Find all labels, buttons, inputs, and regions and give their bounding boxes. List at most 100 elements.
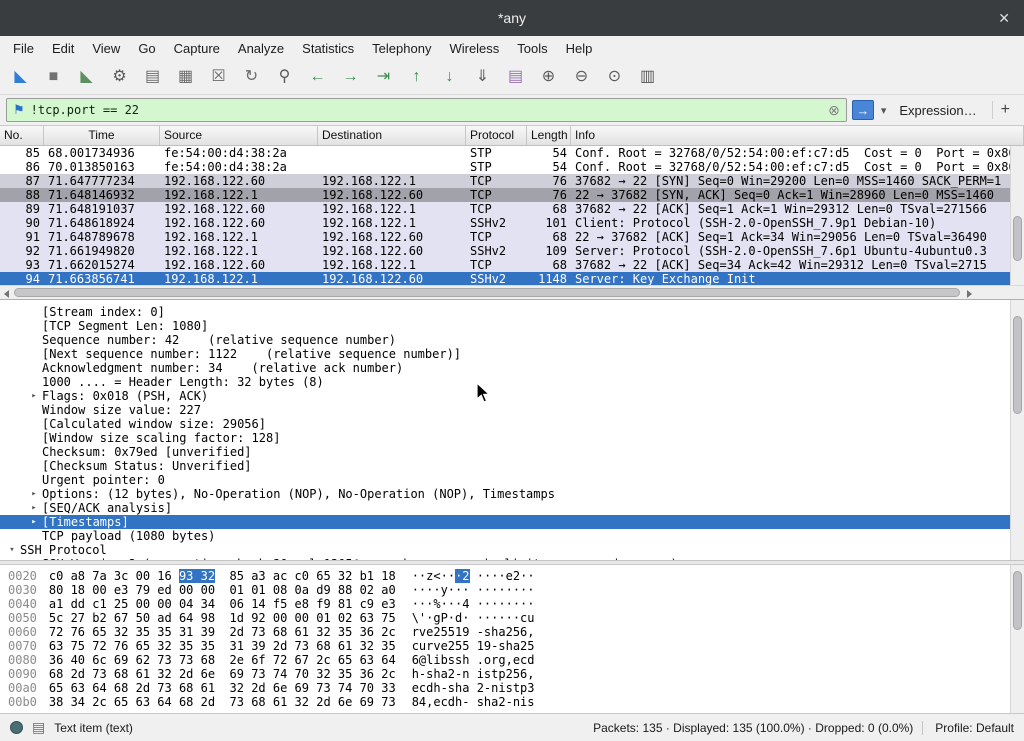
hex-row[interactable]: 00505c 27 b2 67 50 ad 64 98 1d 92 00 00 …	[8, 611, 1024, 625]
hex-row[interactable]: 006072 76 65 32 35 35 31 39 2d 73 68 61 …	[8, 625, 1024, 639]
scrollbar-thumb[interactable]	[1013, 316, 1022, 415]
packet-row[interactable]: 8670.013850163fe:54:00:d4:38:2aSTP54Conf…	[0, 160, 1024, 174]
expert-info-icon[interactable]	[10, 721, 23, 734]
filter-clear-icon[interactable]: ⊗	[828, 102, 840, 119]
go-forward-button[interactable]: →	[334, 63, 367, 91]
menu-item-help[interactable]: Help	[557, 36, 602, 60]
detail-line[interactable]: Window size value: 227	[0, 403, 1024, 417]
details-vscrollbar[interactable]	[1010, 300, 1024, 560]
hex-row[interactable]: 008036 40 6c 69 62 73 73 68 2e 6f 72 67 …	[8, 653, 1024, 667]
expander-icon[interactable]: ▾	[4, 543, 20, 557]
detail-line[interactable]: [Stream index: 0]	[0, 305, 1024, 319]
filter-apply-button[interactable]: →	[852, 100, 874, 120]
hex-vscrollbar[interactable]	[1010, 565, 1024, 713]
detail-line[interactable]: Acknowledgment number: 34 (relative ack …	[0, 361, 1024, 375]
hex-row[interactable]: 00a065 63 64 68 2d 73 68 61 32 2d 6e 69 …	[8, 681, 1024, 695]
go-to-packet-button[interactable]: ⇥	[367, 63, 400, 91]
detail-line[interactable]: ▸Options: (12 bytes), No-Operation (NOP)…	[0, 487, 1024, 501]
detail-line[interactable]: [Checksum Status: Unverified]	[0, 459, 1024, 473]
add-filter-button[interactable]: +	[992, 101, 1018, 119]
display-filter-input[interactable]: ⚑ !tcp.port == 22 ⊗	[6, 98, 847, 122]
hex-row[interactable]: 009068 2d 73 68 61 32 2d 6e 69 73 74 70 …	[8, 667, 1024, 681]
scrollbar-thumb[interactable]	[1013, 571, 1022, 630]
detail-line[interactable]: [TCP Segment Len: 1080]	[0, 319, 1024, 333]
detail-line[interactable]: Checksum: 0x79ed [unverified]	[0, 445, 1024, 459]
menu-item-capture[interactable]: Capture	[165, 36, 229, 60]
menu-item-file[interactable]: File	[4, 36, 43, 60]
menu-item-analyze[interactable]: Analyze	[229, 36, 293, 60]
scroll-right-icon[interactable]	[962, 286, 976, 300]
zoom-original-button[interactable]: ⊙	[598, 63, 631, 91]
column-header-destination[interactable]: Destination	[318, 126, 466, 145]
detail-line[interactable]: [Calculated window size: 29056]	[0, 417, 1024, 431]
detail-line[interactable]: ▸[Timestamps]	[0, 515, 1024, 529]
menu-item-go[interactable]: Go	[129, 36, 164, 60]
detail-line[interactable]: TCP payload (1080 bytes)	[0, 529, 1024, 543]
column-header-length[interactable]: Length	[527, 126, 571, 145]
packet-list-vscrollbar[interactable]	[1010, 146, 1024, 286]
packet-row[interactable]: 8771.647777234192.168.122.60192.168.122.…	[0, 174, 1024, 188]
open-file-button[interactable]: ▤	[136, 63, 169, 91]
hex-row[interactable]: 003080 18 00 e3 79 ed 00 00 01 01 08 0a …	[8, 583, 1024, 597]
go-last-button[interactable]: ↓	[433, 63, 466, 91]
column-header-protocol[interactable]: Protocol	[466, 126, 527, 145]
expander-icon[interactable]: ▸	[26, 487, 42, 501]
column-header-time[interactable]: Time	[44, 126, 160, 145]
menu-item-wireless[interactable]: Wireless	[440, 36, 508, 60]
column-header-no[interactable]: No.	[0, 126, 44, 145]
save-file-button[interactable]: ▦	[169, 63, 202, 91]
detail-line[interactable]: [Window size scaling factor: 128]	[0, 431, 1024, 445]
zoom-out-button[interactable]: ⊖	[565, 63, 598, 91]
menu-item-tools[interactable]: Tools	[508, 36, 556, 60]
menu-item-telephony[interactable]: Telephony	[363, 36, 440, 60]
hex-row[interactable]: 0040a1 dd c1 25 00 00 04 34 06 14 f5 e8 …	[8, 597, 1024, 611]
scrollbar-thumb[interactable]	[14, 288, 960, 297]
menu-item-statistics[interactable]: Statistics	[293, 36, 363, 60]
hex-row[interactable]: 00b038 34 2c 65 63 64 68 2d 73 68 61 32 …	[8, 695, 1024, 709]
colorize-button[interactable]: ▤	[499, 63, 532, 91]
detail-line[interactable]: 1000 .... = Header Length: 32 bytes (8)	[0, 375, 1024, 389]
start-capture-button[interactable]: ◣	[4, 63, 37, 91]
packet-row[interactable]: 9271.661949820192.168.122.1192.168.122.6…	[0, 244, 1024, 258]
hex-row[interactable]: 0020c0 a8 7a 3c 00 16 93 32 85 a3 ac c0 …	[8, 569, 1024, 583]
detail-line[interactable]: ▸Flags: 0x018 (PSH, ACK)	[0, 389, 1024, 403]
packet-row[interactable]: 9071.648618924192.168.122.60192.168.122.…	[0, 216, 1024, 230]
detail-line[interactable]: Urgent pointer: 0	[0, 473, 1024, 487]
detail-line[interactable]: ▾SSH Protocol	[0, 543, 1024, 557]
expander-icon[interactable]: ▸	[26, 389, 42, 403]
capture-comment-icon[interactable]: ▤	[32, 719, 45, 736]
detail-line[interactable]: ▸[SEQ/ACK analysis]	[0, 501, 1024, 515]
packet-row[interactable]: 8971.648191037192.168.122.60192.168.122.…	[0, 202, 1024, 216]
detail-line[interactable]: SSH Version 2 (encryption:chacha20-poly1…	[0, 557, 1024, 561]
filter-text[interactable]: !tcp.port == 22	[31, 103, 822, 117]
column-header-source[interactable]: Source	[160, 126, 318, 145]
packet-row[interactable]: 8871.648146932192.168.122.1192.168.122.6…	[0, 188, 1024, 202]
expression-button[interactable]: Expression…	[893, 103, 982, 118]
column-header-info[interactable]: Info	[571, 126, 1024, 145]
auto-scroll-button[interactable]: ⇓	[466, 63, 499, 91]
expander-icon[interactable]: ▸	[26, 501, 42, 515]
filter-bookmark-icon[interactable]: ⚑	[13, 102, 25, 118]
menu-item-view[interactable]: View	[83, 36, 129, 60]
close-button[interactable]: ✕	[998, 0, 1010, 36]
menu-item-edit[interactable]: Edit	[43, 36, 83, 60]
packet-row[interactable]: 9371.662015274192.168.122.60192.168.122.…	[0, 258, 1024, 272]
stop-capture-button[interactable]: ■	[37, 63, 70, 91]
expander-icon[interactable]: ▸	[26, 515, 42, 529]
capture-options-button[interactable]: ⚙	[103, 63, 136, 91]
hex-row[interactable]: 007063 75 72 76 65 32 35 35 31 39 2d 73 …	[8, 639, 1024, 653]
find-packet-button[interactable]: ⚲	[268, 63, 301, 91]
scroll-left-icon[interactable]	[0, 286, 14, 300]
restart-capture-button[interactable]: ◣	[70, 63, 103, 91]
resize-columns-button[interactable]: ▥	[631, 63, 664, 91]
detail-line[interactable]: [Next sequence number: 1122 (relative se…	[0, 347, 1024, 361]
zoom-in-button[interactable]: ⊕	[532, 63, 565, 91]
packet-row[interactable]: 9171.648789678192.168.122.1192.168.122.6…	[0, 230, 1024, 244]
detail-line[interactable]: Sequence number: 42 (relative sequence n…	[0, 333, 1024, 347]
profile-button[interactable]: Profile: Default	[922, 721, 1014, 735]
scrollbar-thumb[interactable]	[1013, 216, 1022, 261]
packet-row[interactable]: 9471.663856741192.168.122.1192.168.122.6…	[0, 272, 1024, 286]
reload-file-button[interactable]: ↻	[235, 63, 268, 91]
close-file-button[interactable]: ☒	[202, 63, 235, 91]
go-first-button[interactable]: ↑	[400, 63, 433, 91]
